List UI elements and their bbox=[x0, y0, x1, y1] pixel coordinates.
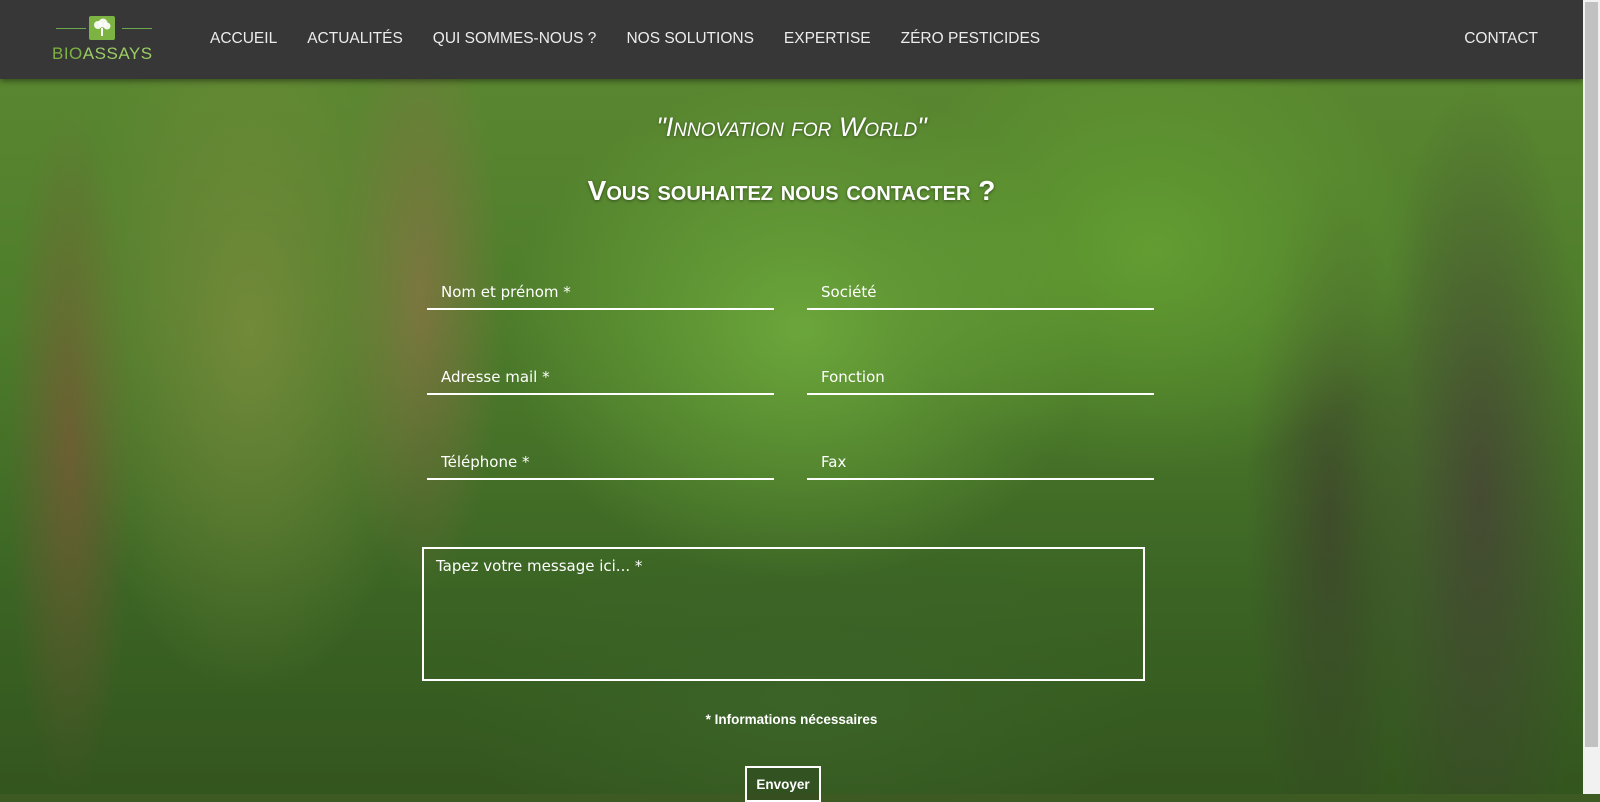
company-field[interactable] bbox=[807, 276, 1154, 310]
nav-item-contact[interactable]: CONTACT bbox=[1464, 30, 1538, 48]
position-field[interactable] bbox=[807, 361, 1154, 395]
name-field[interactable] bbox=[427, 276, 774, 310]
fax-field[interactable] bbox=[807, 446, 1154, 480]
logo-text-bio: BIO bbox=[52, 44, 83, 63]
tagline: "Innovation for World" bbox=[656, 112, 927, 142]
logo-text-assays: ASSAYS bbox=[82, 44, 153, 63]
main-nav: ACCUEIL ACTUALITÉS QUI SOMMES-NOUS ? NOS… bbox=[210, 30, 1070, 48]
message-field[interactable] bbox=[422, 547, 1145, 681]
top-navbar: BIOASSAYS ACCUEIL ACTUALITÉS QUI SOMMES-… bbox=[0, 0, 1583, 79]
nav-item-expertise[interactable]: EXPERTISE bbox=[784, 30, 871, 48]
bioassays-logo[interactable]: BIOASSAYS bbox=[52, 14, 156, 66]
logo-wordmark: BIOASSAYS bbox=[52, 44, 153, 64]
nav-item-nos-solutions[interactable]: NOS SOLUTIONS bbox=[626, 30, 753, 48]
page-title: Vous souhaitez nous contacter ? bbox=[587, 175, 996, 206]
page-scrollbar[interactable] bbox=[1583, 0, 1600, 794]
logo-line-right bbox=[122, 28, 152, 29]
logo-line-left bbox=[56, 28, 86, 29]
nav-item-qui-sommes-nous[interactable]: QUI SOMMES-NOUS ? bbox=[433, 30, 597, 48]
phone-field[interactable] bbox=[427, 446, 774, 480]
nav-item-actualites[interactable]: ACTUALITÉS bbox=[307, 30, 403, 48]
required-fields-note: * Informations nécessaires bbox=[705, 712, 878, 727]
nav-item-accueil[interactable]: ACCUEIL bbox=[210, 30, 277, 48]
email-field[interactable] bbox=[427, 361, 774, 395]
nav-item-zero-pesticides[interactable]: ZÉRO PESTICIDES bbox=[901, 30, 1041, 48]
scrollbar-thumb[interactable] bbox=[1585, 2, 1598, 747]
send-button[interactable]: Envoyer bbox=[745, 766, 821, 802]
tree-icon bbox=[89, 16, 115, 40]
